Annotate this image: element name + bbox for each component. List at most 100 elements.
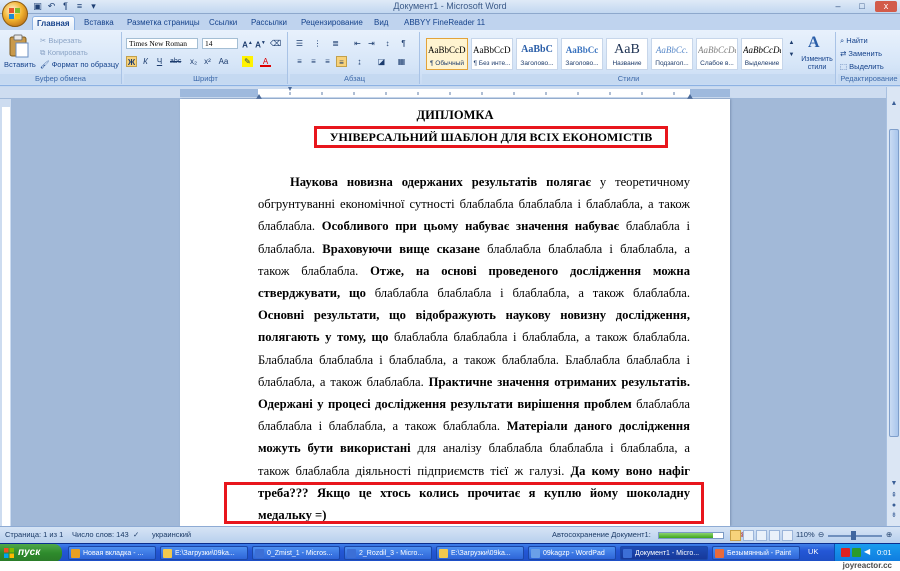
shrink-font-icon[interactable]: A▼ (255, 38, 266, 50)
scrollbar-thumb[interactable] (889, 129, 899, 437)
task-label: 0_Zmist_1 - Micros... (267, 550, 333, 557)
scroll-down-arrow[interactable]: ▼ (889, 479, 899, 489)
tab-page-layout[interactable]: Разметка страницы (123, 16, 204, 30)
borders-icon[interactable]: ▦ (396, 56, 407, 67)
select-button[interactable]: ⬚ Выделить (840, 62, 884, 71)
close-button[interactable]: x (875, 1, 897, 12)
scroll-up-arrow[interactable]: ▲ (889, 99, 899, 109)
office-button[interactable] (2, 1, 28, 27)
replace-button[interactable]: ⇄ Заменить (840, 49, 882, 58)
change-case-icon[interactable]: Aa (218, 56, 229, 67)
italic-button[interactable]: К (140, 56, 151, 67)
justify-icon[interactable]: ≡ (336, 56, 347, 67)
taskbar-task[interactable]: Безымянный - Paint (712, 546, 800, 560)
style-heading-1[interactable]: AaBbC Заголово... (516, 38, 558, 70)
task-app-icon (347, 549, 356, 558)
tab-review[interactable]: Рецензирование (297, 16, 367, 30)
style-no-spacing[interactable]: AaBbCcDc ¶ Без инте... (471, 38, 513, 70)
clear-format-icon[interactable]: ⌫ (270, 38, 281, 49)
style-normal[interactable]: AaBbCcDc ¶ Обычный (426, 38, 468, 70)
language-bar[interactable]: UK (808, 547, 818, 556)
style-subtle-emphasis[interactable]: AaBbCcDc Слабое в... (696, 38, 738, 70)
font-size-select[interactable]: 14 (202, 38, 238, 49)
document-page[interactable]: ДИПЛОМКА УНІВЕРСАЛЬНИЙ ШАБЛОН ДЛЯ ВСІХ Е… (180, 99, 730, 526)
tab-view[interactable]: Вид (370, 16, 392, 30)
style-heading-2[interactable]: AaBbCc Заголово... (561, 38, 603, 70)
taskbar-task[interactable]: 0_Zmist_1 - Micros... (252, 546, 340, 560)
horizontal-ruler[interactable] (0, 87, 900, 99)
spelling-icon[interactable]: ✓ (133, 530, 139, 539)
taskbar-task[interactable]: Документ1 - Micro... (620, 546, 708, 560)
bullets-icon[interactable]: ☰ (294, 38, 305, 49)
decrease-indent-icon[interactable]: ⇤ (352, 38, 363, 49)
format-painter-label: Формат по образцу (51, 60, 119, 69)
find-label: Найти (846, 36, 868, 45)
outline-button[interactable] (769, 530, 780, 541)
cut-button[interactable]: ✂ Вырезать (40, 36, 82, 45)
web-layout-button[interactable] (756, 530, 767, 541)
subscript-button[interactable]: x₂ (188, 56, 199, 67)
taskbar-task[interactable]: 2_Rozdil_3 - Micro... (344, 546, 432, 560)
line-spacing-icon[interactable]: ↨ (354, 56, 365, 67)
clock[interactable]: 0:01 (877, 548, 892, 557)
taskbar-task[interactable]: E:\Загрузки\09ka... (436, 546, 524, 560)
vertical-ruler[interactable] (0, 99, 12, 526)
zoom-slider-knob[interactable] (851, 531, 856, 540)
volume-icon[interactable]: ◀ (864, 547, 870, 556)
draft-button[interactable] (782, 530, 793, 541)
format-painter-button[interactable]: 🖌 Формат по образцу (40, 60, 119, 69)
superscript-button[interactable]: x² (202, 56, 213, 67)
highlight-icon[interactable]: ✎ (242, 56, 253, 67)
tab-mailings[interactable]: Рассылки (247, 16, 291, 30)
tray-app-icon[interactable] (852, 548, 861, 557)
tab-insert[interactable]: Вставка (80, 16, 118, 30)
align-center-icon[interactable]: ≡ (308, 56, 319, 67)
style-subtitle[interactable]: AaBbCc. Подзагол... (651, 38, 693, 70)
taskbar-task[interactable]: 09kagzp - WordPad (528, 546, 616, 560)
style-emphasis[interactable]: AaBbCcDc Выделение (741, 38, 783, 70)
align-left-icon[interactable]: ≡ (294, 56, 305, 67)
next-page-icon[interactable]: ⇟ (889, 511, 899, 521)
taskbar-task[interactable]: E:\Загрузки\09ka... (160, 546, 248, 560)
font-color-icon[interactable]: A (260, 56, 271, 67)
minimize-button[interactable]: – (827, 1, 849, 12)
page-count[interactable]: Страница: 1 из 1 (5, 530, 63, 539)
zoom-level[interactable]: 110% (796, 530, 815, 539)
sort-icon[interactable]: ↕ (382, 38, 393, 49)
show-marks-icon[interactable]: ¶ (398, 38, 409, 49)
replace-label: Заменить (848, 49, 883, 58)
grow-font-icon[interactable]: A▲ (242, 38, 253, 50)
word-count[interactable]: Число слов: 143 (72, 530, 129, 539)
bold-button[interactable]: Ж (126, 56, 137, 67)
strikethrough-button[interactable]: abc (170, 56, 181, 67)
tab-home[interactable]: Главная (32, 16, 75, 30)
style-title[interactable]: AaB Название (606, 38, 648, 70)
find-button[interactable]: ⌕ Найти (840, 36, 868, 46)
underline-button[interactable]: Ч (154, 56, 165, 67)
paste-button[interactable]: Вставить (4, 34, 36, 72)
taskbar-task[interactable]: Новая вкладка - ... (68, 546, 156, 560)
copy-button[interactable]: ⧉ Копировать (40, 48, 88, 58)
multilevel-list-icon[interactable]: ≣ (330, 38, 341, 49)
tab-references[interactable]: Ссылки (205, 16, 241, 30)
align-right-icon[interactable]: ≡ (322, 56, 333, 67)
start-button[interactable]: пуск (0, 544, 62, 562)
tab-abbyy[interactable]: ABBYY FineReader 11 (400, 16, 489, 30)
print-layout-button[interactable] (730, 530, 741, 541)
maximize-button[interactable]: □ (851, 1, 873, 12)
shading-icon[interactable]: ◪ (376, 56, 387, 67)
browse-object-icon[interactable]: ● (889, 501, 899, 511)
full-screen-reading-button[interactable] (743, 530, 754, 541)
prev-page-icon[interactable]: ⇞ (889, 491, 899, 501)
change-styles-button[interactable]: A Изменить стили (798, 34, 836, 72)
numbering-icon[interactable]: ⋮ (312, 38, 323, 49)
increase-indent-icon[interactable]: ⇥ (366, 38, 377, 49)
vertical-scrollbar[interactable]: ▲ ▼ ⇞ ● ⇟ (886, 87, 900, 526)
zoom-out-icon[interactable]: ⊖ (818, 530, 824, 539)
language-indicator[interactable]: украинский (152, 530, 191, 539)
zoom-in-icon[interactable]: ⊕ (886, 530, 892, 539)
font-name-select[interactable]: Times New Roman (126, 38, 198, 49)
styles-scroll-up-icon[interactable]: ▲ (786, 38, 797, 49)
styles-scroll-down-icon[interactable]: ▼ (786, 50, 797, 61)
tray-app-icon[interactable] (841, 548, 850, 557)
